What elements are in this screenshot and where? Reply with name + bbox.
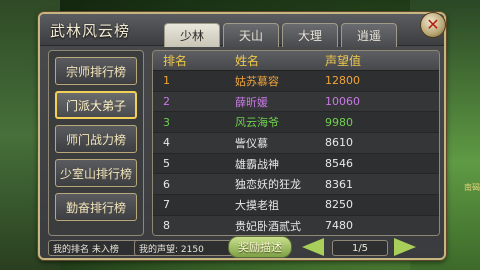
score-cell: 12800 bbox=[325, 74, 360, 88]
rank-cell: 2 bbox=[163, 95, 170, 109]
name-cell: 大摸老祖 bbox=[235, 198, 279, 212]
table-row[interactable]: 3 风云海爷 9980 bbox=[153, 112, 439, 134]
sidebar-item-diligence-ranking[interactable]: 勤奋排行榜 bbox=[55, 193, 137, 221]
close-icon: ✕ bbox=[426, 15, 440, 34]
sidebar-item-top-disciple[interactable]: 门派大弟子 bbox=[55, 91, 137, 119]
score-cell: 8546 bbox=[325, 157, 353, 171]
arrow-right-icon[interactable] bbox=[394, 238, 416, 256]
table-body: 1 姑苏慕容 12800 2 薛昕媛 10060 3 风云海爷 9980 4 訾… bbox=[153, 71, 439, 235]
tab-xiaoyao[interactable]: 逍遥 bbox=[341, 23, 397, 47]
name-cell: 薛昕媛 bbox=[235, 95, 268, 109]
rank-cell: 6 bbox=[163, 177, 170, 191]
table-row[interactable]: 4 訾仪慕 8610 bbox=[153, 133, 439, 154]
window-title: 武林风云榜 bbox=[50, 22, 131, 40]
sidebar-item-sect-power[interactable]: 师门战力榜 bbox=[55, 125, 137, 153]
my-reputation-display: 我的声望: 2150 bbox=[134, 240, 234, 256]
ranking-category-sidebar: 宗师排行榜 门派大弟子 师门战力榜 少室山排行榜 勤奋排行榜 bbox=[48, 50, 144, 236]
score-cell: 8361 bbox=[325, 177, 353, 191]
close-button[interactable]: ✕ bbox=[420, 12, 446, 38]
table-header: 排名 姓名 声望值 bbox=[153, 51, 439, 71]
rank-cell: 3 bbox=[163, 115, 170, 129]
page-indicator: 1/5 bbox=[332, 240, 388, 256]
arrow-left-icon[interactable] bbox=[302, 238, 324, 256]
score-cell: 10060 bbox=[325, 95, 360, 109]
rank-cell: 4 bbox=[163, 136, 170, 150]
tab-dali[interactable]: 大理 bbox=[282, 23, 338, 47]
header-score: 声望值 bbox=[325, 54, 362, 68]
table-row[interactable]: 6 独恋妖的狂龙 8361 bbox=[153, 174, 439, 196]
ranking-window: 武林风云榜 ✕ 少林 天山 大理 逍遥 宗师排行榜 门派大弟子 师门战力榜 少室… bbox=[38, 12, 446, 260]
rank-cell: 8 bbox=[163, 219, 170, 233]
score-cell: 9980 bbox=[325, 115, 353, 129]
name-cell: 贵妃卧酒贰式 bbox=[235, 219, 301, 233]
name-cell: 姑苏慕容 bbox=[235, 74, 279, 88]
rank-cell: 5 bbox=[163, 157, 170, 171]
sidebar-item-master-ranking[interactable]: 宗师排行榜 bbox=[55, 57, 137, 85]
table-row[interactable]: 2 薛昕媛 10060 bbox=[153, 91, 439, 113]
ranking-table: 排名 姓名 声望值 1 姑苏慕容 12800 2 薛昕媛 10060 3 风云海… bbox=[152, 50, 440, 236]
sect-tabs: 少林 天山 大理 逍遥 bbox=[164, 23, 397, 47]
table-row[interactable]: 8 贵妃卧酒贰式 7480 bbox=[153, 215, 439, 235]
name-cell: 风云海爷 bbox=[235, 116, 279, 130]
table-row[interactable]: 7 大摸老祖 8250 bbox=[153, 195, 439, 216]
header-rank: 排名 bbox=[163, 54, 188, 68]
score-cell: 8250 bbox=[325, 198, 353, 212]
score-cell: 7480 bbox=[325, 219, 353, 233]
scene-label: 南碣 bbox=[464, 183, 480, 192]
score-cell: 8610 bbox=[325, 136, 353, 150]
name-cell: 独恋妖的狂龙 bbox=[235, 178, 301, 192]
rank-cell: 1 bbox=[163, 74, 170, 88]
sidebar-item-shaoshi-ranking[interactable]: 少室山排行榜 bbox=[55, 159, 137, 187]
table-row[interactable]: 1 姑苏慕容 12800 bbox=[153, 71, 439, 92]
tab-tianshan[interactable]: 天山 bbox=[223, 23, 279, 47]
name-cell: 雄霸战神 bbox=[235, 157, 279, 171]
table-row[interactable]: 5 雄霸战神 8546 bbox=[153, 153, 439, 175]
reward-description-button[interactable]: 奖励描述 bbox=[228, 236, 292, 258]
rank-cell: 7 bbox=[163, 198, 170, 212]
header-name: 姓名 bbox=[235, 54, 260, 68]
tab-shaolin[interactable]: 少林 bbox=[164, 23, 220, 47]
name-cell: 訾仪慕 bbox=[235, 136, 268, 150]
